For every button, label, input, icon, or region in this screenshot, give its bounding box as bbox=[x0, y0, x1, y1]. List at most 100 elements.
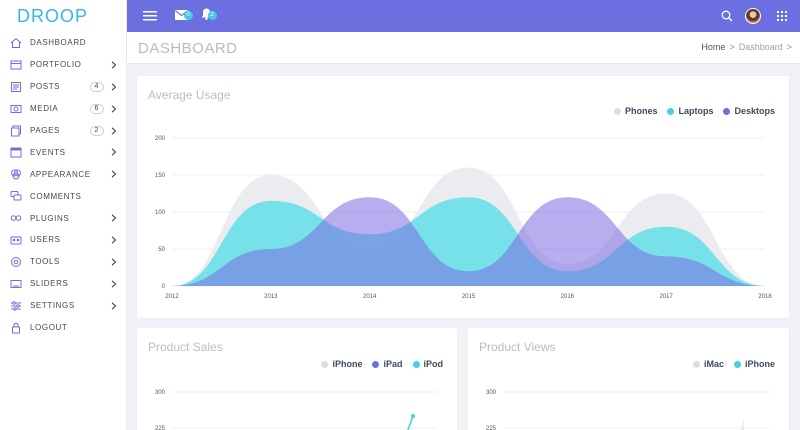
sidebar-item-label: MEDIA bbox=[30, 104, 59, 114]
y-tick-label: 225 bbox=[486, 426, 497, 430]
chevron-right-icon bbox=[110, 126, 118, 135]
chevron-right-icon bbox=[110, 258, 118, 266]
sidebar-item-comments[interactable]: COMMENTS bbox=[0, 185, 126, 207]
sidebar-item-label: TOOLS bbox=[30, 257, 60, 267]
search-button[interactable] bbox=[720, 0, 734, 32]
data-point[interactable] bbox=[411, 414, 415, 418]
portfolio-icon bbox=[10, 59, 22, 71]
tools-icon bbox=[10, 256, 22, 268]
product-sales-chart: 300 225 bbox=[155, 390, 437, 430]
logout-icon bbox=[10, 322, 22, 334]
sidebar-item-label: POSTS bbox=[30, 82, 61, 92]
mail-count-badge: 0 bbox=[183, 11, 193, 20]
plugins-icon bbox=[10, 212, 22, 224]
sidebar-item-label: SLIDERS bbox=[30, 279, 69, 289]
breadcrumb-home-link[interactable]: Home bbox=[701, 42, 725, 52]
y-tick-label: 0 bbox=[162, 284, 166, 290]
y-tick-label: 200 bbox=[155, 136, 166, 142]
chevron-right-icon bbox=[110, 236, 118, 244]
page-header: DASHBOARD Home > Dashboard > bbox=[127, 32, 800, 64]
topbar: 0 2 bbox=[127, 0, 800, 32]
count-badge: 4 bbox=[89, 81, 104, 92]
home-icon bbox=[10, 37, 22, 49]
posts-icon bbox=[10, 81, 22, 93]
users-icon bbox=[10, 234, 22, 246]
sidebar-item-tools[interactable]: TOOLS bbox=[0, 251, 126, 273]
apps-grid-icon bbox=[777, 11, 787, 21]
notifications-button[interactable]: 2 bbox=[199, 0, 217, 32]
count-badge: 2 bbox=[89, 125, 104, 136]
sidebar-item-label: COMMENTS bbox=[30, 191, 82, 201]
sliders-icon bbox=[10, 278, 22, 290]
average-usage-chart: 0 50 100 150 200 2012 2013 2014 2015 2016 2017 2018 bbox=[155, 136, 772, 300]
sidebar-item-label: PLUGINS bbox=[30, 213, 70, 223]
sidebar-menu: DASHBOARD PORTFOLIO POSTS 4 MEDIA 6 PAGES 2 EVEN… bbox=[0, 32, 126, 338]
calendar-icon bbox=[10, 146, 22, 158]
breadcrumb: Home > Dashboard > bbox=[701, 42, 792, 52]
product-views-chart: 300 225 bbox=[486, 390, 769, 430]
appearance-icon bbox=[10, 168, 22, 180]
apps-button[interactable] bbox=[776, 0, 788, 32]
chevron-right-icon bbox=[110, 280, 118, 288]
chevron-right-icon bbox=[110, 105, 118, 113]
sidebar-item-sliders[interactable]: SLIDERS bbox=[0, 273, 126, 295]
sidebar-item-events[interactable]: EVENTS bbox=[0, 141, 126, 163]
sidebar-item-plugins[interactable]: PLUGINS bbox=[0, 207, 126, 229]
x-tick-label: 2012 bbox=[165, 294, 179, 300]
sidebar-item-label: PAGES bbox=[30, 126, 60, 135]
chevron-right-icon bbox=[110, 214, 118, 222]
chevron-right-icon bbox=[110, 302, 118, 310]
menu-toggle-button[interactable] bbox=[142, 0, 158, 32]
breadcrumb-current: Dashboard bbox=[738, 42, 783, 52]
breadcrumb-trail-separator: > bbox=[786, 42, 792, 52]
product-views-card: Product Views iMac iPhone 300 225 bbox=[468, 328, 789, 430]
sidebar-item-users[interactable]: USERS bbox=[0, 229, 126, 251]
sidebar-item-label: APPEARANCE bbox=[30, 169, 91, 179]
media-icon bbox=[10, 103, 22, 115]
chevron-right-icon bbox=[110, 148, 118, 156]
x-tick-label: 2018 bbox=[758, 294, 772, 300]
chevron-right-icon bbox=[110, 61, 118, 69]
avatar bbox=[745, 8, 761, 24]
sidebar-item-logout[interactable]: LOGOUT bbox=[0, 317, 126, 339]
page-title: DASHBOARD bbox=[138, 40, 238, 57]
search-icon bbox=[721, 10, 733, 22]
notification-count-badge: 2 bbox=[207, 11, 217, 20]
x-tick-label: 2015 bbox=[462, 294, 476, 300]
settings-icon bbox=[10, 300, 22, 312]
y-tick-label: 50 bbox=[158, 247, 165, 253]
sidebar-item-label: DASHBOARD bbox=[30, 38, 87, 48]
hamburger-icon bbox=[143, 11, 157, 21]
average-usage-card: Average Usage Phones Laptops Desktops 05… bbox=[137, 76, 789, 318]
sidebar-item-settings[interactable]: SETTINGS bbox=[0, 295, 126, 317]
pages-icon bbox=[10, 125, 22, 137]
chevron-right-icon bbox=[110, 83, 118, 91]
y-tick-label: 150 bbox=[155, 173, 166, 179]
chevron-right-icon bbox=[110, 170, 118, 178]
y-tick-label: 300 bbox=[155, 390, 166, 396]
y-tick-label: 300 bbox=[486, 390, 497, 396]
mail-button[interactable]: 0 bbox=[174, 0, 193, 32]
x-tick-label: 2016 bbox=[561, 294, 575, 300]
y-tick-label: 100 bbox=[155, 210, 166, 216]
x-tick-label: 2013 bbox=[264, 294, 278, 300]
sidebar-item-media[interactable]: MEDIA 6 bbox=[0, 98, 126, 120]
count-badge: 6 bbox=[89, 103, 104, 114]
breadcrumb-separator: > bbox=[729, 42, 735, 52]
x-tick-label: 2014 bbox=[363, 294, 377, 300]
product-sales-card: Product Sales iPhone iPad iPod 300 225 bbox=[137, 328, 457, 430]
sidebar: DROOP DASHBOARD PORTFOLIO POSTS 4 MEDIA 6 PAGE… bbox=[0, 0, 127, 430]
x-tick-label: 2017 bbox=[659, 294, 673, 300]
sidebar-item-posts[interactable]: POSTS 4 bbox=[0, 76, 126, 98]
sidebar-item-label: EVENTS bbox=[30, 147, 66, 157]
sidebar-item-portfolio[interactable]: PORTFOLIO bbox=[0, 54, 126, 76]
user-avatar-button[interactable] bbox=[744, 0, 762, 32]
brand-logo[interactable]: DROOP bbox=[0, 0, 126, 32]
sidebar-item-pages[interactable]: PAGES 2 bbox=[0, 120, 126, 142]
sidebar-item-label: SETTINGS bbox=[30, 301, 75, 311]
y-tick-label: 225 bbox=[155, 426, 166, 430]
sidebar-item-dashboard[interactable]: DASHBOARD bbox=[0, 32, 126, 54]
comments-icon bbox=[10, 190, 22, 202]
sidebar-item-appearance[interactable]: APPEARANCE bbox=[0, 163, 126, 185]
sidebar-item-label: PORTFOLIO bbox=[30, 60, 82, 70]
